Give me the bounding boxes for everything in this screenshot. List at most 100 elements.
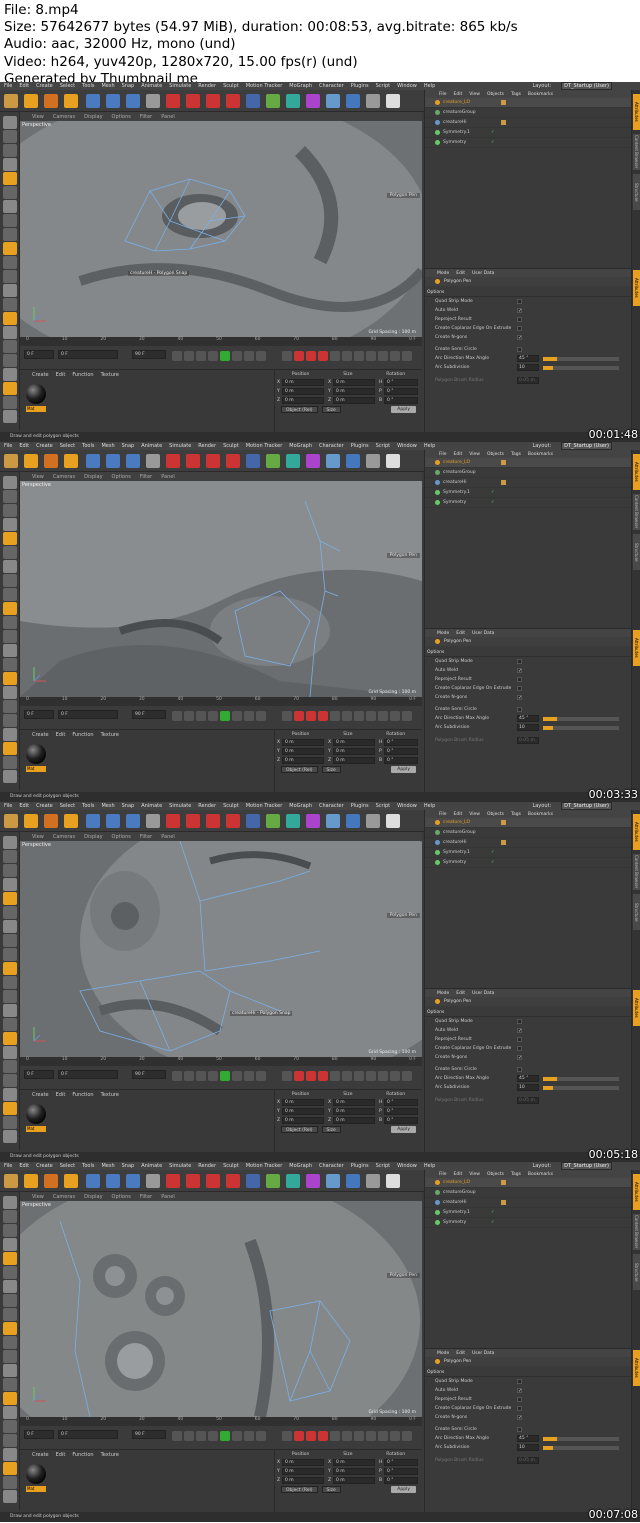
left-tool-icon[interactable] (3, 1462, 17, 1475)
toolbar-tool-icon[interactable] (226, 1174, 240, 1188)
rotation-field[interactable]: 0 ° (384, 1459, 418, 1466)
playback-control-icon[interactable] (354, 1071, 364, 1081)
playback-control-icon[interactable] (342, 351, 352, 361)
menu-item[interactable]: Snap (122, 1163, 135, 1169)
arc-subdivision-field[interactable]: 10 (517, 364, 539, 371)
menu-item[interactable]: Snap (122, 83, 135, 89)
option-checkbox[interactable]: ✓ (517, 1028, 522, 1034)
object-menu-item[interactable]: Objects (487, 1172, 504, 1177)
apply-button[interactable]: Apply (391, 1486, 416, 1493)
menu-item[interactable]: Animate (141, 83, 162, 89)
left-tool-icon[interactable] (3, 1116, 17, 1129)
left-tool-icon[interactable] (3, 990, 17, 1003)
playback-control-icon[interactable] (354, 351, 364, 361)
toolbar-tool-icon[interactable] (246, 454, 260, 468)
material-menu-item[interactable]: Edit (56, 372, 66, 378)
apply-button[interactable]: Apply (391, 766, 416, 773)
menu-item[interactable]: Simulate (169, 803, 191, 809)
playback-control-icon[interactable] (232, 711, 242, 721)
playback-control-icon[interactable] (196, 1431, 206, 1441)
material-name[interactable]: Mat (26, 766, 46, 772)
playback-control-icon[interactable] (366, 1071, 376, 1081)
menu-item[interactable]: Animate (141, 803, 162, 809)
side-tab[interactable]: Structure (633, 1254, 640, 1290)
playback-control-icon[interactable] (390, 711, 400, 721)
playback-control-icon[interactable] (232, 1431, 242, 1441)
playback-control-icon[interactable] (256, 1431, 266, 1441)
left-tool-icon[interactable] (3, 850, 17, 863)
apply-button[interactable]: Apply (391, 406, 416, 413)
object-menu-item[interactable]: File (439, 92, 447, 97)
attr-option-row[interactable]: Create N-gons ✓ (425, 1413, 631, 1422)
size-field[interactable]: 0 m (333, 388, 375, 395)
menu-item[interactable]: Sculpt (223, 803, 239, 809)
left-tool-icon[interactable] (3, 242, 17, 255)
left-tool-icon[interactable] (3, 1336, 17, 1349)
attr-option-row[interactable]: Reproject Result (425, 1035, 631, 1044)
toolbar-tool-icon[interactable] (44, 814, 58, 828)
side-tab[interactable]: Structure (633, 534, 640, 570)
toolbar-tool-icon[interactable] (386, 1174, 400, 1188)
material-name[interactable]: Mat (26, 1126, 46, 1132)
toolbar-tool-icon[interactable] (146, 454, 160, 468)
side-tab[interactable]: Attributes (633, 1174, 640, 1210)
menu-item[interactable]: Tools (82, 83, 94, 89)
left-tool-icon[interactable] (3, 228, 17, 241)
toolbar-tool-icon[interactable] (64, 94, 78, 108)
menu-item[interactable]: Tools (82, 443, 94, 449)
menu-item[interactable]: Character (319, 803, 344, 809)
left-tool-icon[interactable] (3, 546, 17, 559)
attr-option-row[interactable]: Create N-gons ✓ (425, 333, 631, 342)
material-menu-item[interactable]: Function (72, 732, 93, 738)
left-tool-icon[interactable] (3, 948, 17, 961)
playback-control-icon[interactable] (220, 351, 230, 361)
position-field[interactable]: 0 m (282, 397, 324, 404)
left-tool-icon[interactable] (3, 976, 17, 989)
viewport-menu-item[interactable]: Display (84, 834, 102, 840)
playback-control-icon[interactable] (402, 1071, 412, 1081)
menu-item[interactable]: Window (397, 803, 417, 809)
left-tool-icon[interactable] (3, 1490, 17, 1503)
left-tool-icon[interactable] (3, 574, 17, 587)
arc-angle-field[interactable]: 45 ° (517, 1075, 539, 1082)
toolbar-tool-icon[interactable] (186, 94, 200, 108)
toolbar-tool-icon[interactable] (226, 454, 240, 468)
toolbar-tool-icon[interactable] (106, 94, 120, 108)
menu-item[interactable]: MoGraph (289, 83, 312, 89)
playback-control-icon[interactable] (294, 711, 304, 721)
side-tab[interactable]: Content Browser (633, 494, 640, 530)
toolbar-tool-icon[interactable] (44, 454, 58, 468)
object-row[interactable]: creatureGroup (425, 468, 631, 478)
object-row[interactable]: Symmetry ✓ (425, 138, 631, 148)
arc-angle-field[interactable]: 45 ° (517, 1435, 539, 1442)
viewport-menu-item[interactable]: Filter (140, 114, 152, 120)
material-preview-icon[interactable] (26, 744, 46, 764)
left-tool-icon[interactable] (3, 270, 17, 283)
left-tool-icon[interactable] (3, 630, 17, 643)
left-tool-icon[interactable] (3, 602, 17, 615)
option-checkbox[interactable] (517, 326, 522, 331)
playback-control-icon[interactable] (330, 1071, 340, 1081)
toolbar-tool-icon[interactable] (366, 454, 380, 468)
left-tool-icon[interactable] (3, 1074, 17, 1087)
left-tool-icon[interactable] (3, 1434, 17, 1447)
left-tool-icon[interactable] (3, 1448, 17, 1461)
playback-control-icon[interactable] (318, 351, 328, 361)
size-field[interactable]: 0 m (333, 1099, 375, 1106)
toolbar-tool-icon[interactable] (286, 94, 300, 108)
attr-menu-item[interactable]: Mode (437, 631, 449, 636)
toolbar-tool-icon[interactable] (44, 1174, 58, 1188)
menu-item[interactable]: Help (424, 443, 435, 449)
arc-subdivision-row[interactable]: Arc Subdivision 10 (425, 1083, 631, 1092)
object-menu-item[interactable]: File (439, 812, 447, 817)
viewport-menu-item[interactable]: Panel (161, 114, 175, 120)
playback-control-icon[interactable] (172, 351, 182, 361)
frame-start-field[interactable]: 0 F (24, 710, 54, 719)
timeline-ruler[interactable]: 0 10 20 30 40 50 60 70 80 90 0 F (20, 1057, 422, 1066)
left-tool-icon[interactable] (3, 644, 17, 657)
menu-item[interactable]: Simulate (169, 1163, 191, 1169)
left-tool-icon[interactable] (3, 368, 17, 381)
material-menu-item[interactable]: Texture (101, 732, 119, 738)
left-tool-icon[interactable] (3, 518, 17, 531)
toolbar-tool-icon[interactable] (346, 1174, 360, 1188)
